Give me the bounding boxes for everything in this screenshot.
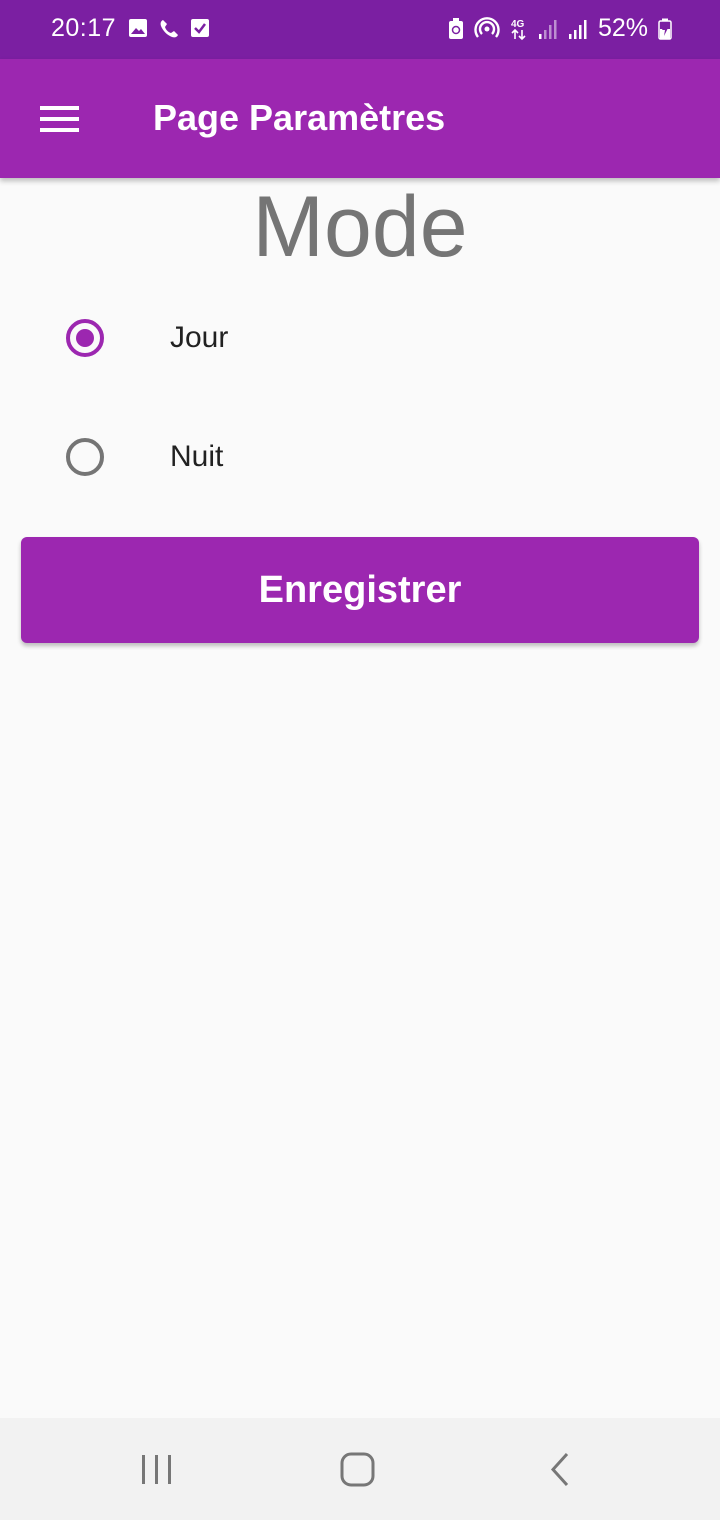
radio-unselected-icon[interactable] [65,437,105,477]
page-title: Page Paramètres [153,97,446,138]
checkbox-icon [190,18,210,40]
radio-option-jour[interactable]: Jour [0,287,720,387]
radio-option-nuit[interactable]: Nuit [0,406,720,506]
home-icon[interactable] [328,1448,388,1492]
phone-icon [158,18,180,40]
image-icon [128,18,148,40]
network-4g-icon: 4G [510,17,528,41]
radio-selected-icon[interactable] [65,318,105,358]
mode-heading: Mode [252,179,468,275]
system-navigation-bar [0,1418,720,1520]
battery-saver-icon [448,17,464,40]
app-bar: Page Paramètres [0,59,720,178]
signal-icon [538,18,558,40]
status-notification-icons [128,18,210,40]
settings-screen: 20:17 4G 52% Page Paramètres Mode Jour N… [0,0,720,1520]
hotspot-icon [474,16,500,41]
status-bar: 20:17 4G 52% [0,0,720,59]
save-button[interactable]: Enregistrer [21,537,699,643]
status-system-icons: 4G 52% [448,14,672,43]
battery-charging-icon [658,18,672,40]
battery-percent: 52% [597,14,648,42]
radio-label-nuit: Nuit [170,440,224,473]
hamburger-menu-icon[interactable] [30,95,88,143]
recents-icon[interactable] [127,1448,187,1492]
back-icon[interactable] [530,1448,590,1492]
radio-label-jour: Jour [170,321,229,354]
status-time: 20:17 [51,14,117,42]
signal-icon [568,18,588,40]
svg-text:4G: 4G [511,19,525,30]
